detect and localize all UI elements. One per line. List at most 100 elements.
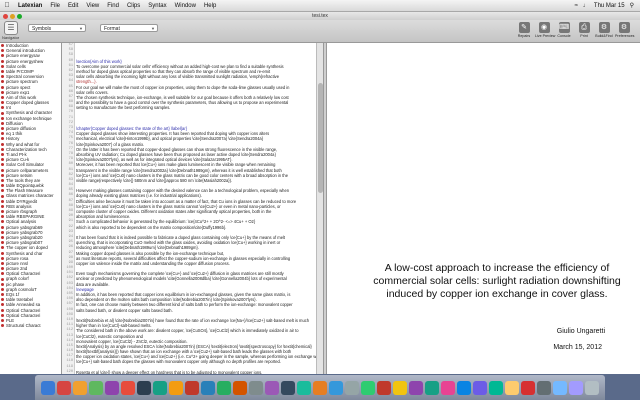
pdf-preview[interactable]: A low-cost approach to increase the effi… — [327, 43, 640, 374]
section-marker-icon — [1, 272, 4, 276]
tool-label: Print — [580, 34, 588, 38]
dock-app-icon[interactable] — [73, 380, 87, 395]
dock-app-icon[interactable] — [153, 380, 167, 395]
dock-app-icon[interactable] — [377, 380, 391, 395]
code-line: \ce{Cu+} salt-based bath dopes the glass… — [76, 359, 281, 365]
section-marker-icon — [1, 220, 4, 224]
section-marker-icon — [1, 153, 4, 157]
tool-preferences-button[interactable]: ⚙ Preferences — [615, 22, 634, 38]
dock-app-icon[interactable] — [137, 380, 151, 395]
dock-app-icon[interactable] — [169, 380, 183, 395]
section-marker-icon — [1, 246, 4, 250]
menu-file[interactable]: File — [46, 3, 64, 9]
toolbar: ☰ Navigator Symbols ▼ Format ▼ ✎ Repairs ◉… — [0, 20, 640, 43]
section-marker-icon — [1, 147, 4, 151]
document-author: Giulio Ungaretti — [556, 328, 605, 335]
dock-app-icon[interactable] — [457, 380, 471, 395]
volume-icon[interactable]: ♩ — [583, 3, 589, 9]
tool-build-find-button[interactable]: ⚙ Build&Find — [595, 22, 613, 38]
clock[interactable]: Thu Mar 15 — [594, 3, 625, 9]
format-select[interactable]: Format ▼ — [100, 24, 158, 32]
menu-edit[interactable]: Edit — [64, 3, 82, 9]
section-marker-icon — [1, 225, 4, 229]
menu-view[interactable]: View — [82, 3, 103, 9]
section-marker-icon — [1, 173, 4, 177]
dock-app-icon[interactable] — [537, 380, 551, 395]
dock-app-icon[interactable] — [345, 380, 359, 395]
tool-console-button[interactable]: ⌨ Console — [555, 22, 573, 38]
section-marker-icon — [1, 308, 4, 312]
tool-print-button[interactable]: ⎙ Print — [575, 22, 593, 38]
tool-live-preview-button[interactable]: ◉ Live Preview — [535, 22, 556, 38]
dock-app-icon[interactable] — [585, 380, 599, 395]
dock-app-icon[interactable] — [265, 380, 279, 395]
menu-latexian[interactable]: Latexian — [14, 3, 46, 9]
menu-help[interactable]: Help — [200, 3, 220, 9]
symbols-select[interactable]: Symbols ▼ — [28, 24, 86, 32]
code-line: The considered bath in the above work ar… — [76, 328, 299, 334]
dock-app-icon[interactable] — [361, 380, 375, 395]
tool-icon: ⎙ — [578, 22, 590, 33]
title-line: induced by copper ion exchange in cover … — [386, 288, 608, 300]
wifi-icon[interactable]: ≈ — [575, 3, 578, 9]
menu-window[interactable]: Window — [171, 3, 200, 9]
dock-app-icon[interactable] — [249, 380, 263, 395]
navigator-button[interactable]: ☰ — [4, 21, 18, 35]
section-marker-icon — [1, 293, 4, 297]
title-bar: tesi.tex — [0, 12, 640, 20]
section-marker-icon — [1, 59, 4, 63]
dock-app-icon[interactable] — [441, 380, 455, 395]
dock-app-icon[interactable] — [233, 380, 247, 395]
section-marker-icon — [1, 158, 4, 162]
dock-app-icon[interactable] — [57, 380, 71, 395]
dock-app-icon[interactable] — [313, 380, 327, 395]
dock-app-icon[interactable] — [121, 380, 135, 395]
navigator-sidebar[interactable]: Introduction General introduction picture … — [0, 43, 62, 374]
section-marker-icon — [1, 168, 4, 172]
sidebar-item[interactable]: Structural Charact — [0, 323, 61, 328]
dock-app-icon[interactable] — [393, 380, 407, 395]
tool-icon: ⚙ — [618, 22, 630, 33]
tool-repairs-button[interactable]: ✎ Repairs — [515, 22, 533, 38]
code-line: unclear or predicted by phenomenological… — [76, 276, 287, 282]
dock-app-icon[interactable] — [553, 380, 567, 395]
dock-app-icon[interactable] — [521, 380, 535, 395]
dock-app-icon[interactable] — [329, 380, 343, 395]
tool-label: Live Preview — [535, 34, 556, 38]
section-marker-icon — [1, 127, 4, 131]
section-marker-icon — [1, 101, 4, 105]
code-line: transparent in the visible range \cite{S… — [76, 167, 282, 173]
apple-icon[interactable]:  — [0, 2, 14, 9]
section-marker-icon — [1, 116, 4, 120]
dock-app-icon[interactable] — [569, 380, 583, 395]
dock-app-icon[interactable] — [185, 380, 199, 395]
section-marker-icon — [1, 194, 4, 198]
section-marker-icon — [1, 303, 4, 307]
dock-app-icon[interactable] — [409, 380, 423, 395]
section-marker-icon — [1, 90, 4, 94]
menu-clips[interactable]: Clips — [123, 3, 144, 9]
dock-app-icon[interactable] — [489, 380, 503, 395]
menu-syntax[interactable]: Syntax — [144, 3, 170, 9]
dock-app-icon[interactable] — [425, 380, 439, 395]
section-marker-icon — [1, 215, 4, 219]
section-marker-icon — [1, 230, 4, 234]
sidebar-item-label: Structural Charact — [6, 323, 41, 329]
section-marker-icon — [1, 85, 4, 89]
dock-app-icon[interactable] — [217, 380, 231, 395]
line-number: 120 — [66, 369, 73, 374]
dock-app-icon[interactable] — [473, 380, 487, 395]
dock-app-icon[interactable] — [105, 380, 119, 395]
section-marker-icon — [1, 256, 4, 260]
section-marker-icon — [1, 54, 4, 58]
editor-window: tesi.tex ☰ Navigator Symbols ▼ Format ▼ … — [0, 12, 640, 374]
dock-app-icon[interactable] — [41, 380, 55, 395]
dock-app-icon[interactable] — [297, 380, 311, 395]
spotlight-icon[interactable]: ⚲ — [630, 2, 634, 9]
dock-app-icon[interactable] — [505, 380, 519, 395]
dock-app-icon[interactable] — [201, 380, 215, 395]
menu-find[interactable]: Find — [103, 3, 123, 9]
source-editor[interactable]: \section{Aim of this work} To overcome po… — [75, 43, 316, 374]
dock-app-icon[interactable] — [89, 380, 103, 395]
dock-app-icon[interactable] — [281, 380, 295, 395]
